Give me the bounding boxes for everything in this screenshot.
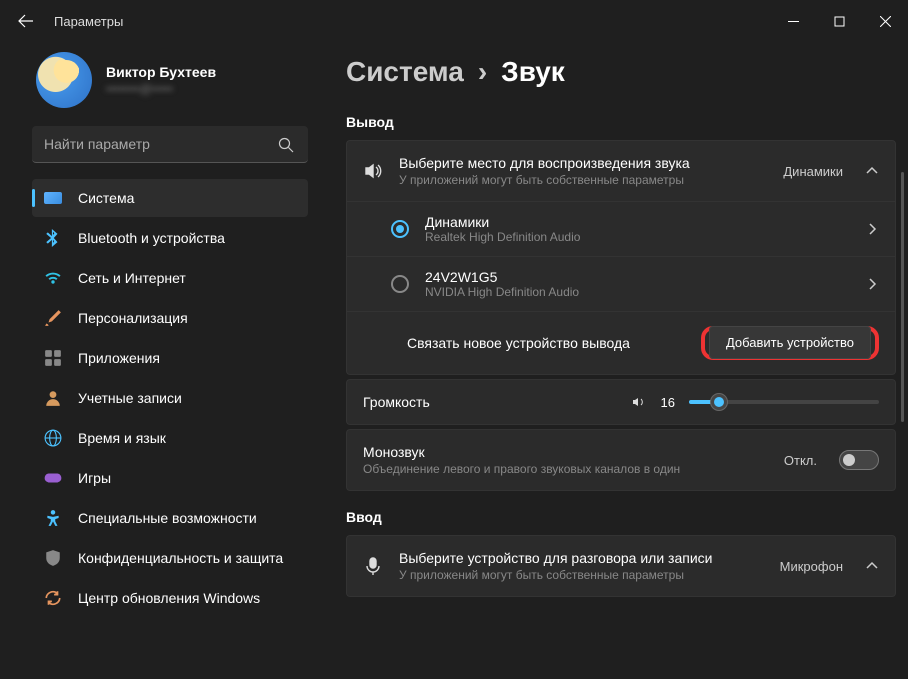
volume-value: 16 [661,395,675,410]
device-driver: NVIDIA High Definition Audio [425,285,849,299]
chevron-up-icon [865,164,879,178]
brush-icon [44,309,62,327]
output-device-header[interactable]: Выберите место для воспроизведения звука… [347,141,895,201]
mono-toggle[interactable] [839,450,879,470]
output-title: Выберите место для воспроизведения звука [399,155,767,171]
scrollbar[interactable] [901,172,904,422]
volume-icon[interactable] [631,394,647,410]
output-subtitle: У приложений могут быть собственные пара… [399,173,767,187]
sidebar-item-network[interactable]: Сеть и Интернет [32,259,308,297]
back-icon[interactable] [18,13,34,29]
input-selected-value: Микрофон [780,559,843,574]
shield-icon [44,549,62,567]
output-section-label: Вывод [346,114,896,130]
mono-state: Откл. [784,453,817,468]
display-icon [44,189,62,207]
radio-unselected-icon[interactable] [391,275,409,293]
chevron-right-icon[interactable] [865,222,879,236]
sidebar-item-label: Bluetooth и устройства [78,230,225,246]
sidebar: Виктор Бухтеев ••••••••@••••• Система Bl… [0,42,320,679]
sidebar-item-label: Время и язык [78,430,166,446]
bluetooth-icon [44,229,62,247]
input-device-card: Выберите устройство для разговора или за… [346,535,896,597]
accessibility-icon [44,509,62,527]
sidebar-item-label: Сеть и Интернет [78,270,186,286]
mono-row[interactable]: Монозвук Объединение левого и правого зв… [347,430,895,490]
avatar [36,52,92,108]
mono-title: Монозвук [363,444,768,460]
sidebar-item-label: Система [78,190,134,206]
breadcrumb-parent[interactable]: Система [346,56,464,88]
wifi-icon [44,269,62,287]
chevron-up-icon [865,559,879,573]
device-name: Динамики [425,214,849,230]
sidebar-item-bluetooth[interactable]: Bluetooth и устройства [32,219,308,257]
pair-device-row: Связать новое устройство вывода Добавить… [347,311,895,374]
volume-label: Громкость [363,394,617,410]
add-device-button[interactable]: Добавить устройство [709,326,871,359]
input-subtitle: У приложений могут быть собственные пара… [399,568,764,582]
sidebar-item-privacy[interactable]: Конфиденциальность и защита [32,539,308,577]
volume-row[interactable]: Громкость 16 [347,380,895,424]
mono-subtitle: Объединение левого и правого звуковых ка… [363,462,768,476]
highlight-annotation: Добавить устройство [701,326,879,360]
window-title: Параметры [54,14,123,29]
device-driver: Realtek High Definition Audio [425,230,849,244]
sidebar-item-label: Специальные возможности [78,510,257,526]
minimize-button[interactable] [770,5,816,37]
output-selected-value: Динамики [783,164,843,179]
nav-list: Система Bluetooth и устройства Сеть и Ин… [32,179,308,617]
pair-label: Связать новое устройство вывода [363,335,701,351]
search-input[interactable] [32,126,308,163]
sidebar-item-label: Приложения [78,350,160,366]
mono-card: Монозвук Объединение левого и правого зв… [346,429,896,491]
close-button[interactable] [862,5,908,37]
title-bar: Параметры [0,0,908,42]
globe-icon [44,429,62,447]
chevron-right-icon[interactable] [865,277,879,291]
sidebar-item-system[interactable]: Система [32,179,308,217]
input-title: Выберите устройство для разговора или за… [399,550,764,566]
sidebar-item-label: Центр обновления Windows [78,590,260,606]
sidebar-item-update[interactable]: Центр обновления Windows [32,579,308,617]
sidebar-item-label: Игры [78,470,111,486]
page-title: Звук [501,56,565,88]
gamepad-icon [44,469,62,487]
breadcrumb: Система › Звук [346,42,896,96]
input-device-header[interactable]: Выберите устройство для разговора или за… [347,536,895,596]
sidebar-item-time-language[interactable]: Время и язык [32,419,308,457]
sidebar-item-label: Персонализация [78,310,188,326]
output-device-card: Выберите место для воспроизведения звука… [346,140,896,375]
device-name: 24V2W1G5 [425,269,849,285]
user-name: Виктор Бухтеев [106,64,216,80]
user-email: ••••••••@••••• [106,82,216,96]
user-profile[interactable]: Виктор Бухтеев ••••••••@••••• [32,42,308,126]
search-box[interactable] [32,126,308,163]
maximize-button[interactable] [816,5,862,37]
sidebar-item-label: Конфиденциальность и защита [78,550,283,566]
volume-slider[interactable] [689,400,879,404]
microphone-icon [363,556,383,576]
person-icon [44,389,62,407]
sidebar-item-personalization[interactable]: Персонализация [32,299,308,337]
input-section-label: Ввод [346,509,896,525]
radio-selected-icon[interactable] [391,220,409,238]
search-icon [278,137,294,153]
window-controls [770,5,908,37]
update-icon [44,589,62,607]
output-device-row[interactable]: 24V2W1G5 NVIDIA High Definition Audio [347,256,895,311]
sidebar-item-apps[interactable]: Приложения [32,339,308,377]
volume-card: Громкость 16 [346,379,896,425]
content-area: Система › Звук Вывод Выберите место для … [320,42,908,679]
sidebar-item-gaming[interactable]: Игры [32,459,308,497]
apps-icon [44,349,62,367]
sidebar-item-accounts[interactable]: Учетные записи [32,379,308,417]
chevron-right-icon: › [478,56,487,88]
sidebar-item-label: Учетные записи [78,390,182,406]
output-device-row[interactable]: Динамики Realtek High Definition Audio [347,201,895,256]
sidebar-item-accessibility[interactable]: Специальные возможности [32,499,308,537]
speaker-icon [363,161,383,181]
